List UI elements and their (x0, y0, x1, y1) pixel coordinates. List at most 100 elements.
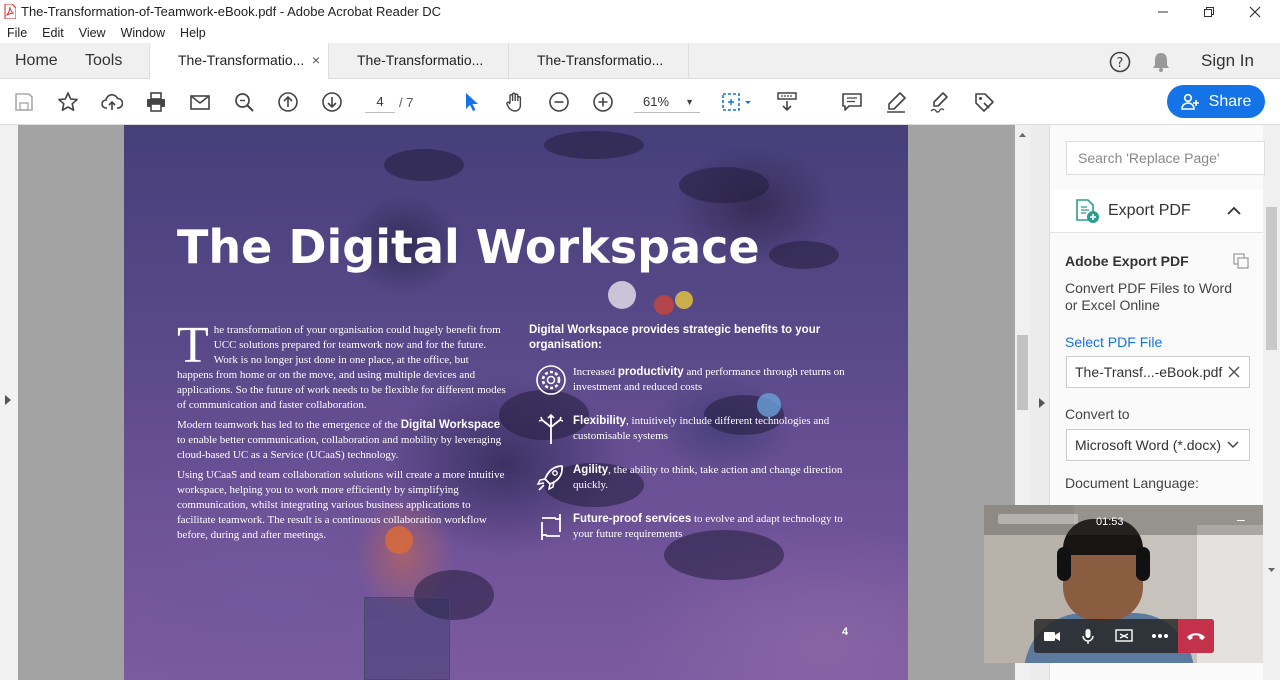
scrollbar-thumb[interactable] (1017, 335, 1028, 410)
next-page-button[interactable] (319, 89, 345, 115)
selected-file-field[interactable]: The-Transf...-eBook.pdf (1066, 356, 1250, 388)
zoom-out-button[interactable] (546, 89, 572, 115)
headset-icon (1057, 547, 1071, 581)
svg-text:?: ? (1117, 56, 1124, 71)
nav-tools[interactable]: Tools (85, 43, 122, 79)
minimize-icon (1158, 11, 1168, 13)
tab-close-icon[interactable]: × (312, 43, 320, 78)
scrollbar-thumb[interactable] (1266, 207, 1277, 350)
page-number-label: 4 (842, 626, 849, 638)
help-button[interactable]: ? (1108, 50, 1132, 74)
sign-in-link[interactable]: Sign In (1201, 43, 1254, 79)
branching-arrows-icon (538, 413, 564, 444)
tab-label: The-Transformatio... (357, 52, 484, 68)
call-controls (1034, 619, 1214, 653)
microphone-button[interactable] (1070, 619, 1106, 653)
left-panel-toggle[interactable] (0, 125, 18, 680)
pdf-page: The Digital Workspace The transformation… (124, 125, 908, 680)
caller-name-blurred (998, 514, 1078, 524)
tab-label: The-Transformatio... (537, 52, 664, 68)
benefit-text: Increased productivity and performance t… (573, 366, 845, 393)
fill-sign-button[interactable] (927, 89, 953, 115)
export-pdf-title: Export PDF (1108, 202, 1191, 219)
menu-window[interactable]: Window (121, 24, 165, 43)
copy-icon[interactable] (1233, 253, 1249, 269)
convert-to-label: Convert to (1065, 406, 1130, 422)
previous-page-button[interactable] (275, 89, 301, 115)
page-fit-button[interactable] (718, 89, 756, 115)
page-total: / 7 (399, 95, 414, 110)
page-number-input[interactable]: 4 (365, 91, 395, 113)
scroll-mode-icon (777, 92, 797, 112)
select-tool-button[interactable] (458, 89, 484, 115)
find-button[interactable] (231, 89, 257, 115)
comment-button[interactable] (839, 89, 865, 115)
close-window-button[interactable] (1232, 0, 1278, 24)
adobe-export-title: Adobe Export PDF (1065, 253, 1189, 269)
fit-page-icon (722, 93, 751, 111)
tools-pane-scrollbar[interactable] (1263, 125, 1280, 680)
video-call-window[interactable]: 01:53 – (984, 505, 1263, 663)
intro-paragraph: The transformation of your organisation … (177, 317, 506, 412)
scroll-mode-button[interactable] (774, 89, 800, 115)
nav-home[interactable]: Home (15, 43, 58, 79)
zoom-level-dropdown[interactable]: 61% ▼ (634, 91, 700, 113)
share-button[interactable]: Share (1167, 85, 1265, 118)
hand-tool-button[interactable] (502, 89, 528, 115)
drop-cap: T (177, 317, 209, 374)
menu-help[interactable]: Help (180, 24, 206, 43)
expand-right-icon (5, 395, 11, 405)
intro-column: The transformation of your organisation … (177, 317, 507, 548)
convert-to-dropdown[interactable]: Microsoft Word (*.docx) (1066, 429, 1250, 461)
ellipsis-icon (1152, 634, 1168, 638)
export-pdf-header[interactable]: Export PDF (1050, 189, 1263, 233)
tools-search-input[interactable]: Search 'Replace Page' (1066, 141, 1265, 175)
video-call-topbar: 01:53 – (984, 505, 1263, 535)
menu-view[interactable]: View (79, 24, 106, 43)
digital-workspace-paragraph: Modern teamwork has led to the emergence… (177, 419, 502, 461)
bell-icon (1153, 53, 1169, 72)
help-icon: ? (1109, 51, 1131, 73)
rocket-icon (536, 465, 563, 491)
cursor-arrow-icon (466, 93, 478, 111)
ucaas-paragraph: Using UCaaS and team collaboration solut… (177, 469, 505, 541)
restore-button[interactable] (1186, 0, 1232, 24)
minimize-call-icon[interactable]: – (1237, 511, 1245, 527)
cloud-upload-icon (101, 94, 123, 110)
tag-edit-icon (975, 93, 994, 112)
hang-up-button[interactable] (1178, 619, 1214, 653)
tab-document-2[interactable]: The-Transformatio... (329, 43, 509, 79)
headset-icon (1136, 547, 1150, 581)
tab-document-1[interactable]: The-Transformatio... × (149, 43, 329, 80)
edit-tools-button[interactable] (971, 89, 997, 115)
upload-cloud-button[interactable] (99, 89, 125, 115)
menu-edit[interactable]: Edit (42, 24, 64, 43)
notifications-button[interactable] (1151, 51, 1171, 73)
document-title: The Digital Workspace (177, 220, 760, 274)
select-pdf-file-link[interactable]: Select PDF File (1065, 334, 1162, 350)
printer-icon (147, 92, 165, 112)
menu-file[interactable]: File (7, 24, 27, 43)
email-button[interactable] (187, 89, 213, 115)
selection-box (364, 597, 450, 680)
benefit-text: Flexibility, intuitively include differe… (573, 415, 830, 442)
tab-label: The-Transformatio... (178, 52, 305, 68)
clear-icon[interactable] (1228, 366, 1240, 378)
share-screen-button[interactable] (1106, 619, 1142, 653)
highlight-button[interactable] (883, 89, 909, 115)
hang-up-phone-icon (1187, 633, 1205, 640)
zoom-in-button[interactable] (590, 89, 616, 115)
save-button[interactable] (11, 89, 37, 115)
bookmark-star-button[interactable] (55, 89, 81, 115)
video-camera-icon (1044, 632, 1060, 641)
minimize-button[interactable] (1140, 0, 1186, 24)
restore-icon (1204, 7, 1214, 17)
window-title: The-Transformation-of-Teamwork-eBook.pdf… (21, 4, 442, 19)
tab-document-3[interactable]: The-Transformatio... (509, 43, 689, 79)
more-options-button[interactable] (1142, 619, 1178, 653)
arrow-down-circle-icon (322, 92, 342, 112)
camera-button[interactable] (1034, 619, 1070, 653)
export-pdf-icon (1076, 199, 1099, 223)
print-button[interactable] (143, 89, 169, 115)
convert-to-value: Microsoft Word (*.docx) (1075, 437, 1221, 453)
